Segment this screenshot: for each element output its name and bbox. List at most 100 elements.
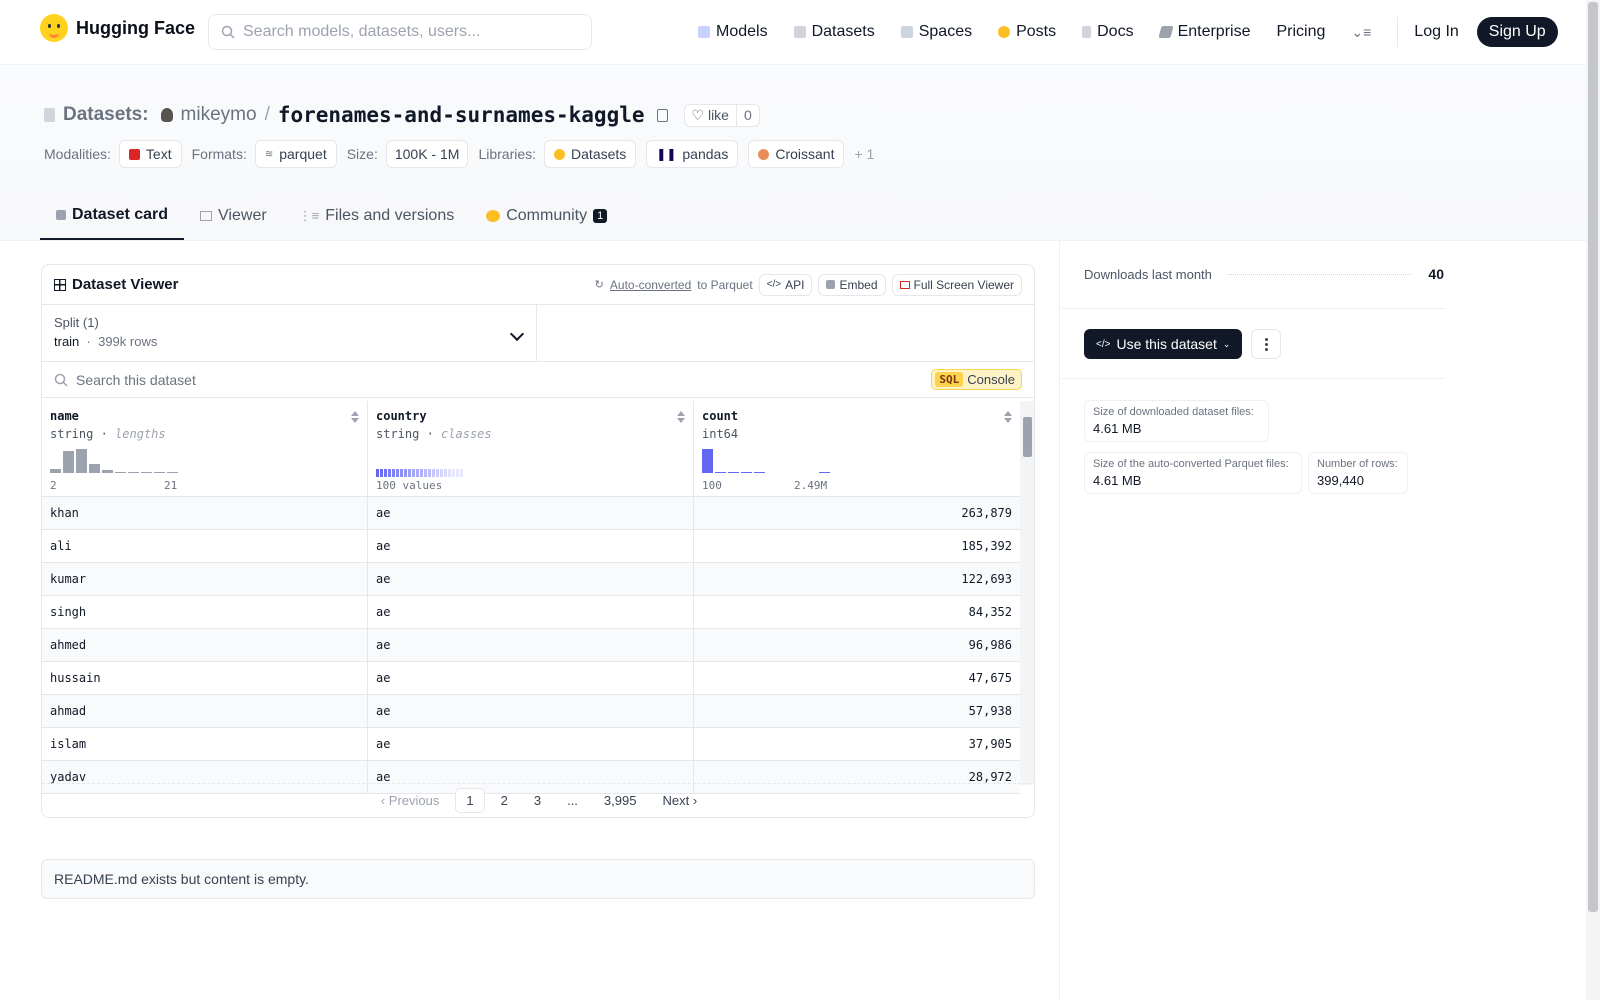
cell-country[interactable]: ae (368, 629, 694, 661)
owner-link[interactable]: mikeymo (181, 104, 257, 126)
page-scrollbar-thumb[interactable] (1588, 2, 1598, 912)
nav-posts[interactable]: Posts (998, 23, 1056, 41)
nav-enterprise[interactable]: Enterprise (1157, 23, 1251, 41)
cell-country[interactable]: ae (368, 497, 694, 529)
cell-name[interactable]: ahmad (42, 695, 368, 727)
fullscreen-button[interactable]: Full Screen Viewer (891, 273, 1022, 296)
nav-spaces[interactable]: Spaces (900, 23, 972, 41)
like-button[interactable]: ♡ like 0 (683, 103, 760, 127)
count-histogram[interactable] (702, 449, 830, 473)
dataset-icon (44, 108, 55, 122)
nav-docs-label: Docs (1097, 23, 1134, 40)
section-label[interactable]: Datasets: (63, 104, 149, 126)
cell-country[interactable]: ae (368, 695, 694, 727)
repo-name[interactable]: forenames-and-surnames-kaggle (278, 103, 645, 127)
global-search-input[interactable] (243, 23, 573, 41)
signup-button[interactable]: Sign Up (1476, 17, 1558, 47)
global-search[interactable] (208, 14, 592, 50)
cell-count[interactable]: 84,352 (694, 596, 1020, 628)
cell-count[interactable]: 263,879 (694, 497, 1020, 529)
auto-converted-link[interactable]: Auto-converted (610, 278, 691, 292)
cell-country[interactable]: ae (368, 728, 694, 760)
cell-name[interactable]: islam (42, 728, 368, 760)
page-3[interactable]: 3 (524, 789, 551, 812)
page-2[interactable]: 2 (491, 789, 518, 812)
dataset-search[interactable]: SQLConsole (42, 362, 1034, 398)
cell-count[interactable]: 122,693 (694, 563, 1020, 595)
nav-models[interactable]: Models (698, 23, 768, 41)
cell-name[interactable]: kumar (42, 563, 368, 595)
size-tag[interactable]: 100K - 1M (385, 140, 469, 168)
table-row[interactable]: hussain ae 47,675 (42, 662, 1020, 695)
nav-datasets[interactable]: Datasets (793, 23, 875, 41)
nav-enterprise-label: Enterprise (1177, 23, 1251, 40)
name-length-histogram[interactable] (50, 449, 178, 473)
tab-files-label: Files and versions (325, 207, 455, 224)
table-row[interactable]: kumar ae 122,693 (42, 563, 1020, 596)
api-button[interactable]: </> API (758, 273, 813, 296)
table-row[interactable]: khan ae 263,879 (42, 497, 1020, 530)
dataset-search-input[interactable] (76, 371, 916, 388)
cell-name[interactable]: ali (42, 530, 368, 562)
column-header-count[interactable]: count int64 100 2.49M (694, 401, 1020, 496)
cell-country[interactable]: ae (368, 563, 694, 595)
table-row[interactable]: islam ae 37,905 (42, 728, 1020, 761)
cell-count[interactable]: 47,675 (694, 662, 1020, 694)
tab-community[interactable]: Community 1 (470, 192, 623, 240)
class-segment (388, 469, 391, 477)
page-last[interactable]: 3,995 (594, 789, 647, 812)
pagination: ‹ Previous 1 2 3 ... 3,995 Next › (42, 783, 1034, 817)
page-scrollbar[interactable] (1586, 0, 1600, 1000)
sql-console-button[interactable]: SQL Console (931, 369, 1022, 390)
library-tag-datasets[interactable]: Datasets (544, 140, 637, 168)
nav-docs[interactable]: Docs (1082, 23, 1134, 41)
column-header-name[interactable]: name string · lengths 2 21 (42, 401, 368, 496)
more-options-button[interactable] (1251, 329, 1281, 359)
cell-count[interactable]: 96,986 (694, 629, 1020, 661)
library-tag-croissant[interactable]: Croissant (748, 140, 845, 168)
nav-pricing[interactable]: Pricing (1276, 23, 1325, 41)
copy-icon[interactable] (656, 108, 668, 122)
column-header-country[interactable]: country string · classes 100 values (368, 401, 694, 496)
table-row[interactable]: singh ae 84,352 (42, 596, 1020, 629)
more-libraries[interactable]: + 1 (854, 146, 874, 162)
page-1[interactable]: 1 (455, 788, 485, 813)
tab-dataset-card[interactable]: Dataset card (40, 192, 185, 240)
modality-tag[interactable]: Text (118, 140, 182, 168)
community-count: 1 (593, 209, 608, 223)
brand[interactable]: Hugging Face (40, 14, 195, 42)
tab-viewer[interactable]: Viewer (184, 192, 283, 240)
next-page-button[interactable]: Next › (652, 789, 707, 812)
cell-name[interactable]: hussain (42, 662, 368, 694)
cell-country[interactable]: ae (368, 530, 694, 562)
sort-icon[interactable] (677, 411, 685, 423)
table-row[interactable]: ahmed ae 96,986 (42, 629, 1020, 662)
formats-label: Formats: (191, 146, 247, 162)
table-scrollbar[interactable] (1020, 401, 1034, 785)
cell-count[interactable]: 37,905 (694, 728, 1020, 760)
embed-button[interactable]: Embed (818, 273, 886, 296)
sort-icon[interactable] (1004, 411, 1012, 423)
cell-name[interactable]: singh (42, 596, 368, 628)
nav-menu[interactable]: ⌄≡ (1351, 24, 1371, 41)
cell-name[interactable]: khan (42, 497, 368, 529)
cell-count[interactable]: 57,938 (694, 695, 1020, 727)
previous-page-button[interactable]: ‹ Previous (371, 789, 450, 812)
tab-files[interactable]: ⋮≡ Files and versions (283, 192, 471, 240)
format-tag[interactable]: ≋ parquet (254, 140, 337, 168)
hist-bar (89, 464, 100, 473)
login-link[interactable]: Log In (1414, 23, 1458, 41)
cell-country[interactable]: ae (368, 662, 694, 694)
use-dataset-button[interactable]: </> Use this dataset ⌄ (1084, 329, 1243, 359)
country-classes-bar[interactable] (376, 469, 463, 477)
cell-count[interactable]: 185,392 (694, 530, 1020, 562)
scrollbar-thumb[interactable] (1023, 417, 1032, 457)
split-dropdown[interactable]: Split (1) train · 399k rows (42, 305, 537, 361)
table-row[interactable]: ahmad ae 57,938 (42, 695, 1020, 728)
sort-icon[interactable] (351, 411, 359, 423)
cell-country[interactable]: ae (368, 596, 694, 628)
library-tag-pandas[interactable]: ❚❚ pandas (646, 140, 739, 168)
cell-name[interactable]: ahmed (42, 629, 368, 661)
table-row[interactable]: ali ae 185,392 (42, 530, 1020, 563)
hist-bar (128, 472, 139, 473)
